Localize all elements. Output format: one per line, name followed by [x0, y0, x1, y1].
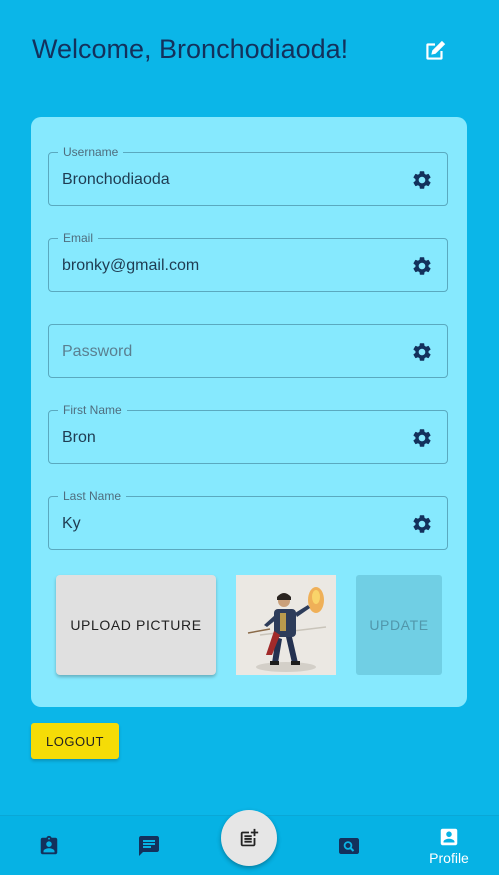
nav-item-chat[interactable]: [129, 816, 169, 875]
nav-label-profile: Profile: [429, 849, 469, 866]
page-title: Welcome, Bronchodiaoda!: [32, 34, 349, 64]
edit-button[interactable]: [420, 36, 450, 66]
password-field[interactable]: Password: [48, 324, 448, 378]
contact-badge-icon: [40, 835, 58, 854]
character-portrait-image: [236, 575, 336, 675]
nav-item-profile[interactable]: Profile: [419, 816, 479, 875]
username-value[interactable]: Bronchodiaoda: [62, 153, 392, 207]
nav-item-search[interactable]: [329, 816, 369, 875]
first-name-value[interactable]: Bron: [62, 411, 392, 465]
first-name-field[interactable]: First Name Bron: [48, 403, 448, 465]
new-post-icon: [240, 828, 259, 847]
header: Welcome, Bronchodiaoda!: [0, 0, 499, 100]
last-name-field[interactable]: Last Name Ky: [48, 489, 448, 551]
username-field[interactable]: Username Bronchodiaoda: [48, 145, 448, 207]
new-post-button[interactable]: [221, 810, 277, 866]
update-button[interactable]: UPDATE: [356, 575, 442, 675]
profile-picture: [236, 575, 336, 675]
logout-button[interactable]: LOGOUT: [31, 723, 119, 759]
settings-gear-icon[interactable]: [411, 427, 433, 449]
chat-icon: [139, 835, 159, 856]
edit-icon: [426, 40, 446, 60]
upload-picture-button[interactable]: UPLOAD PICTURE: [56, 575, 216, 675]
profile-form-card: Username Bronchodiaoda Email bronky@gmai…: [31, 117, 467, 707]
settings-gear-icon[interactable]: [411, 513, 433, 535]
nav-item-contacts[interactable]: [29, 816, 69, 875]
settings-gear-icon[interactable]: [411, 169, 433, 191]
email-field[interactable]: Email bronky@gmail.com: [48, 231, 448, 293]
search-icon: [339, 837, 359, 854]
email-value[interactable]: bronky@gmail.com: [62, 239, 392, 293]
person-icon: [440, 828, 458, 845]
password-placeholder[interactable]: Password: [62, 325, 392, 379]
settings-gear-icon[interactable]: [411, 341, 433, 363]
last-name-value[interactable]: Ky: [62, 497, 392, 551]
settings-gear-icon[interactable]: [411, 255, 433, 277]
